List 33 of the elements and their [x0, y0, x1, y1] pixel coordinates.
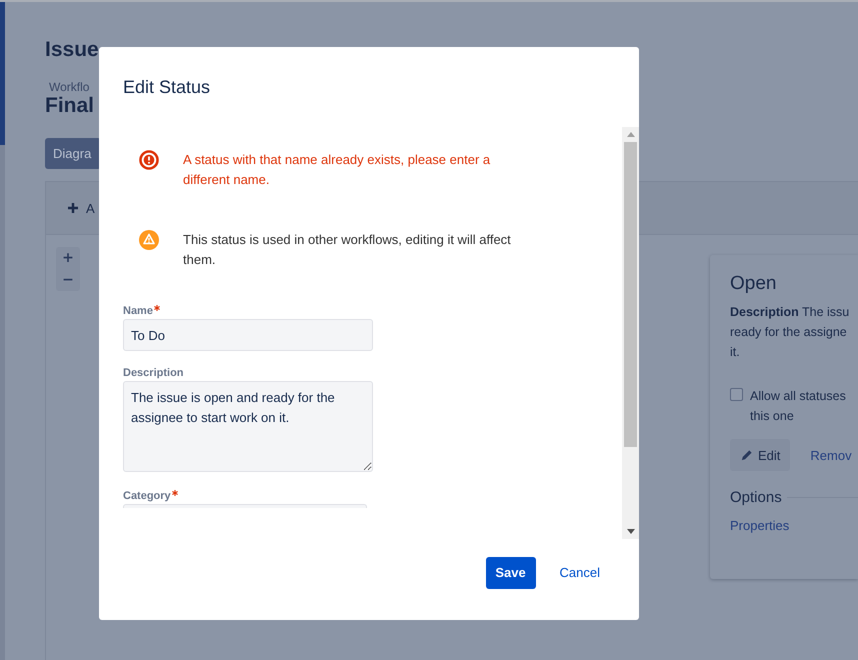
- breadcrumb-link[interactable]: Workflo: [49, 80, 90, 94]
- pencil-icon: [740, 448, 753, 462]
- checkbox-label: Allow all statuses this one: [750, 388, 846, 425]
- scrollbar[interactable]: [622, 127, 639, 539]
- remove-link[interactable]: Remov: [810, 448, 852, 462]
- plus-icon: [68, 203, 78, 213]
- error-icon: [139, 150, 159, 170]
- triangle-down-icon[interactable]: [626, 529, 634, 534]
- diagram-tab[interactable]: Diagra: [45, 138, 101, 169]
- triangle-up-icon[interactable]: [626, 132, 634, 137]
- checkbox[interactable]: [730, 388, 743, 401]
- status-description: Description The issu ready for the assigne it.: [730, 304, 850, 361]
- field-label: Category: [123, 490, 171, 502]
- status-title: Open: [730, 273, 778, 295]
- cancel-link[interactable]: Cancel: [560, 565, 600, 580]
- dialog-title: Edit Status: [122, 76, 212, 99]
- field-label: Name: [123, 305, 153, 317]
- zoom-in-button[interactable]: +: [56, 247, 80, 269]
- options-heading: Options: [730, 489, 782, 506]
- add-button[interactable]: A: [68, 200, 95, 216]
- error-message: A status with that name already exists, please enter a different name.: [183, 151, 492, 189]
- name-input[interactable]: To Do: [123, 319, 373, 351]
- description-textarea[interactable]: The issue is open and ready for the assignee to start work on it.: [123, 381, 373, 472]
- edit-button[interactable]: Edit: [730, 439, 790, 471]
- workflow-name: Final: [45, 94, 94, 118]
- zoom-out-button[interactable]: −: [56, 269, 80, 291]
- field-label: Description: [123, 367, 184, 379]
- category-select[interactable]: [123, 504, 367, 508]
- warning-message: This status is used in other workflows, editing it will affect them.: [183, 231, 512, 269]
- save-button[interactable]: Save: [486, 556, 536, 588]
- warning-icon: [139, 230, 159, 250]
- properties-link[interactable]: Properties: [730, 518, 790, 533]
- page-title: Issue: [45, 38, 99, 63]
